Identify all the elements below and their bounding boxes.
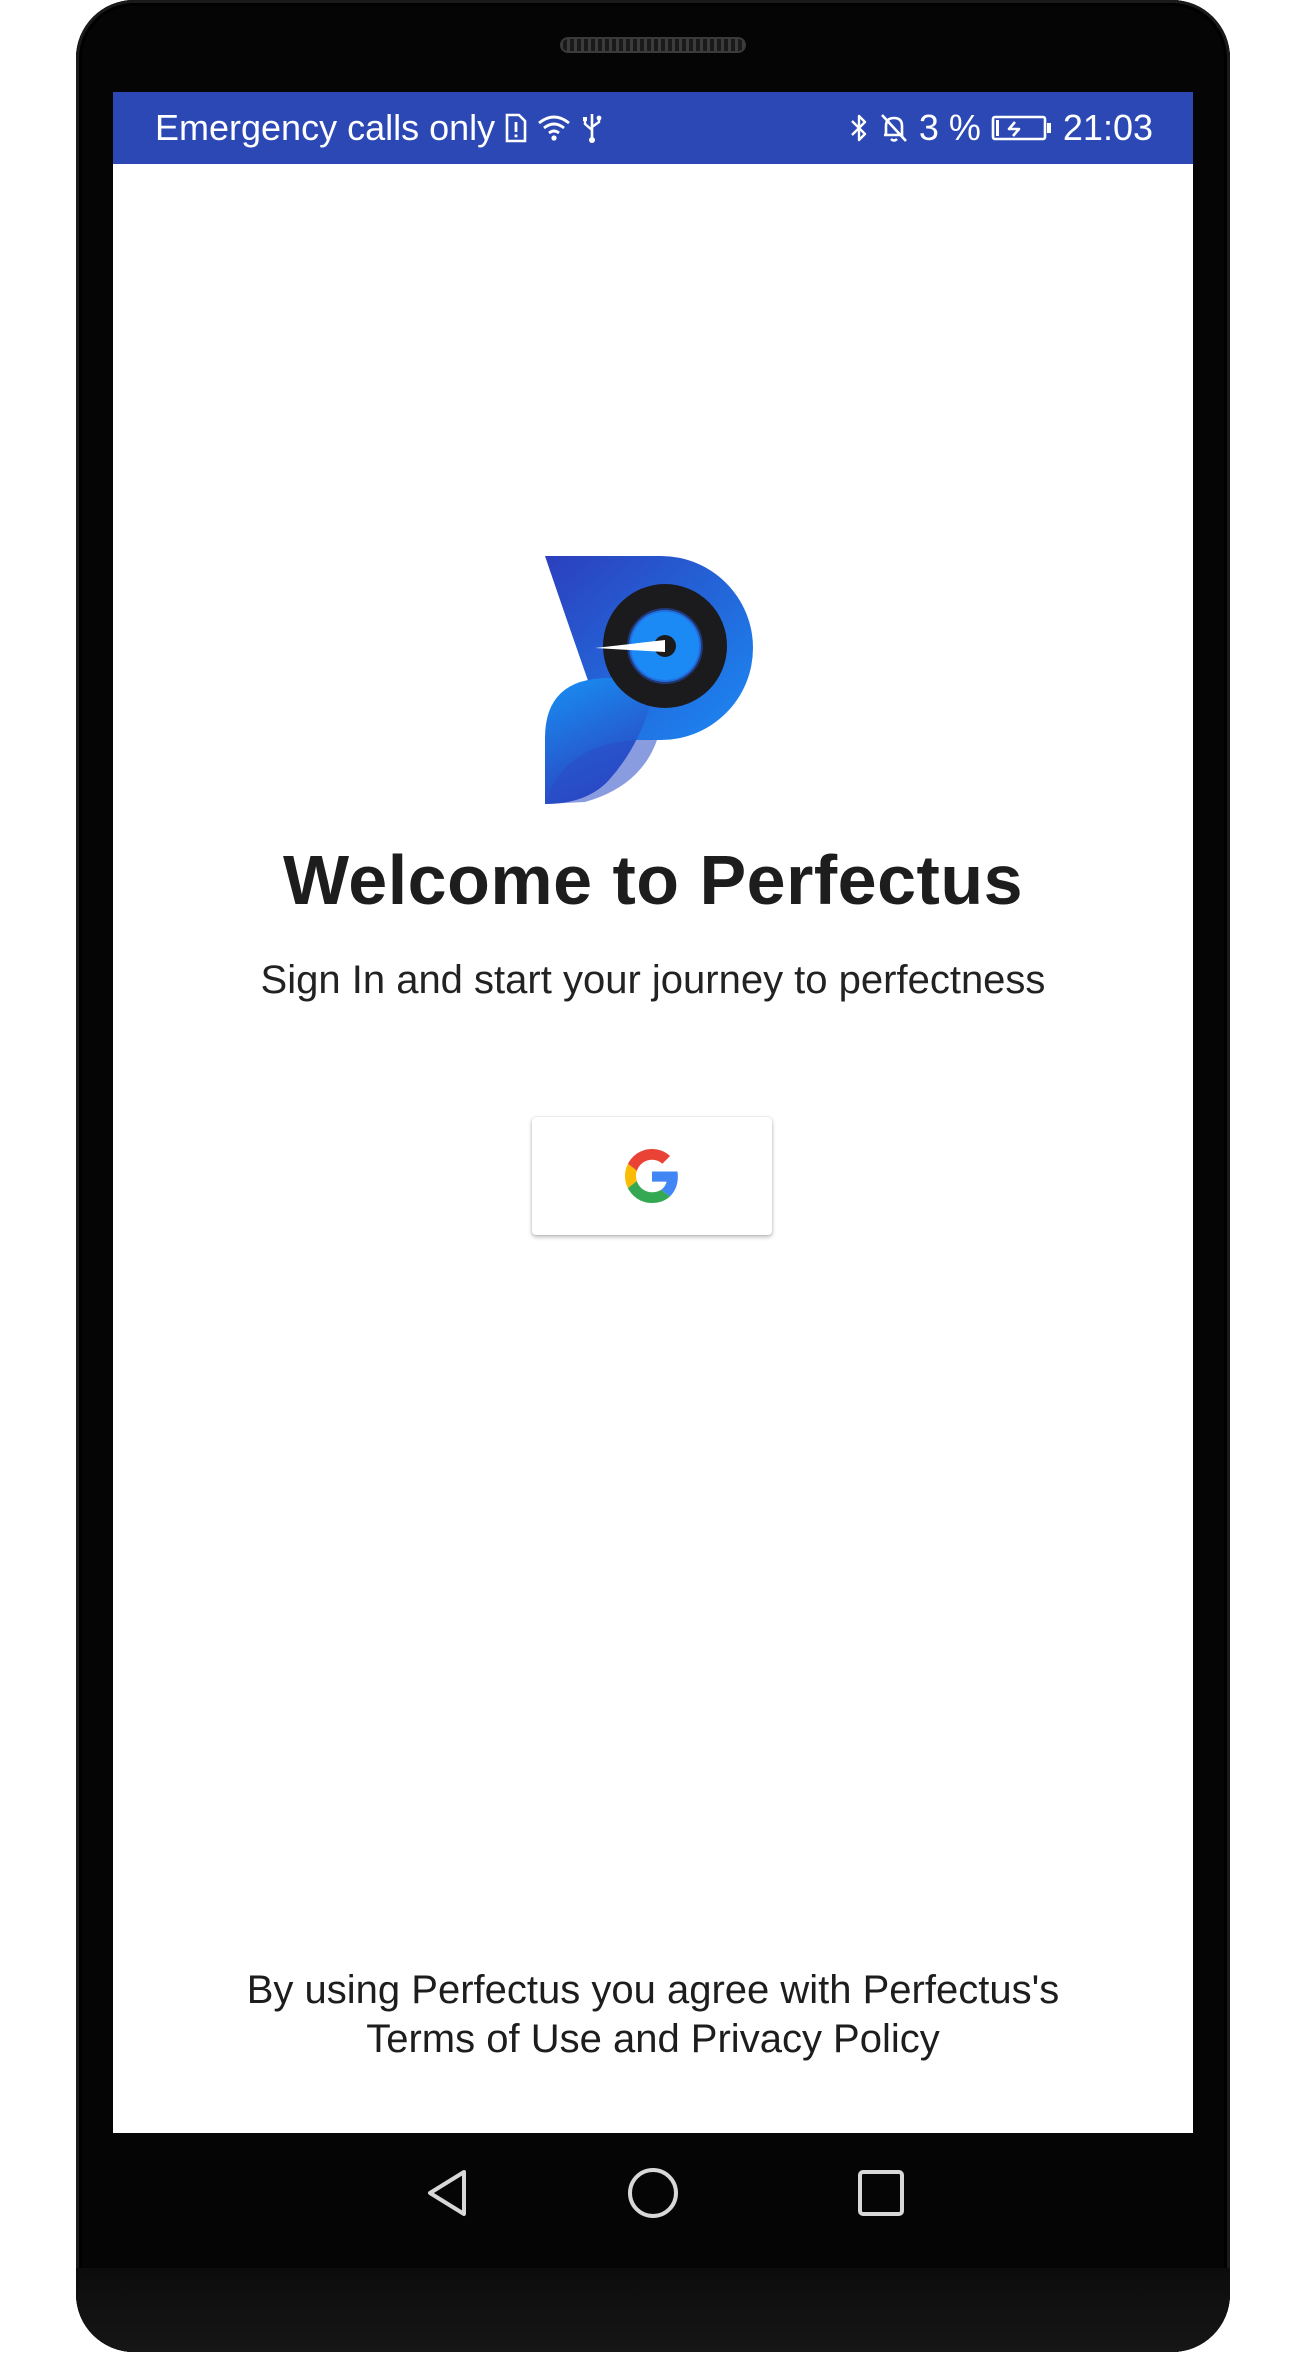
status-bar-left: Emergency calls only (155, 107, 603, 149)
clock-time: 21:03 (1062, 107, 1153, 148)
wifi-icon (537, 113, 571, 143)
sim-alert-icon (505, 113, 527, 143)
perfectus-logo (545, 556, 753, 804)
status-bar: Emergency calls only 3 % 21:03 (113, 92, 1193, 164)
earpiece-speaker (560, 37, 746, 53)
home-icon (628, 2168, 678, 2218)
home-button[interactable] (623, 2163, 683, 2223)
recents-icon (858, 2170, 904, 2216)
battery-percent: 3 % (918, 107, 981, 148)
terms-line-1: By using Perfectus you agree with Perfec… (246, 1968, 1060, 2012)
back-icon (428, 2170, 466, 2216)
back-button[interactable] (417, 2163, 477, 2223)
google-sign-in-button[interactable] (532, 1117, 772, 1235)
recents-button[interactable] (851, 2163, 911, 2223)
device-mockup: Emergency calls only 3 % 21:03 Welcome t… (0, 0, 1305, 2370)
navigation-bar (113, 2133, 1193, 2251)
terms-notice: By using Perfectus you agree with Perfec… (113, 1966, 1193, 2064)
phone-chin (76, 2268, 1230, 2352)
google-g-icon (625, 1149, 678, 1203)
notifications-off-icon (879, 112, 909, 144)
screen: Emergency calls only 3 % 21:03 Welcome t… (113, 92, 1193, 2133)
carrier-text: Emergency calls only (155, 107, 496, 148)
welcome-title: Welcome to Perfectus (282, 841, 1024, 919)
battery-charging-icon (991, 113, 1053, 143)
welcome-subtitle: Sign In and start your journey to perfec… (260, 958, 1046, 1002)
status-bar-right: 3 % 21:03 (849, 107, 1153, 149)
terms-link[interactable]: Terms of Use and Privacy Policy (113, 2015, 1193, 2064)
bluetooth-icon (849, 112, 869, 144)
usb-icon (581, 112, 603, 144)
welcome-screen: Welcome to Perfectus Sign In and start y… (113, 164, 1193, 2061)
